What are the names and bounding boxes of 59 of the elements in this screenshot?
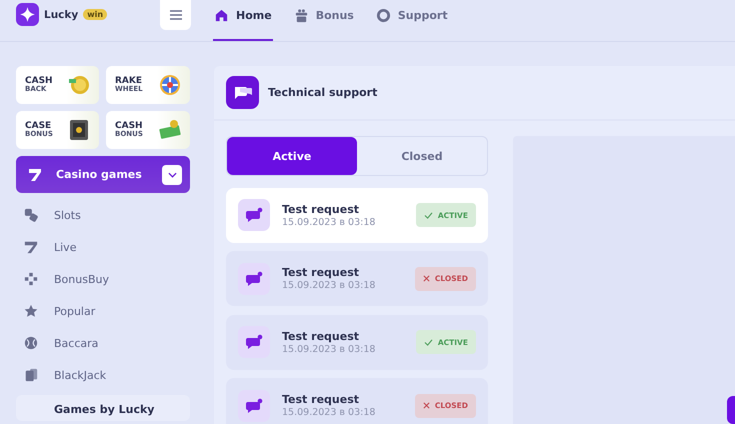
check-icon <box>424 338 433 346</box>
check-icon <box>424 212 433 218</box>
promo-title: CASH <box>25 77 53 86</box>
expand-button[interactable] <box>162 164 182 184</box>
category-label: Casino games <box>56 168 143 181</box>
menu-item[interactable]: Baccara <box>16 327 190 359</box>
request-title: Test request <box>282 202 360 216</box>
gamepad-icon <box>24 272 38 286</box>
cards-icon <box>24 368 38 382</box>
ring-icon <box>376 8 391 22</box>
ball-icon <box>24 336 38 350</box>
chevron-icon <box>168 172 176 178</box>
star-icon <box>24 304 38 318</box>
button[interactable] <box>727 396 735 424</box>
promo-title: RAKE <box>115 77 143 86</box>
safe-icon <box>67 118 91 142</box>
chat-icon <box>238 326 270 358</box>
nav-tab[interactable]: Support <box>374 0 449 41</box>
logo-text: Lucky <box>44 8 78 20</box>
request-date: 15.09.2023 в 03:18 <box>282 344 376 354</box>
menu-item[interactable]: Popular <box>16 295 190 327</box>
menu-button[interactable] <box>160 0 191 30</box>
request-date: 15.09.2023 в 03:18 <box>282 216 376 228</box>
menu-item[interactable]: Slots <box>16 199 190 231</box>
chat-icon <box>226 76 259 109</box>
chat-icon <box>238 390 270 422</box>
request-title: Test request <box>282 266 360 279</box>
request-date: 15.09.2023 в 03:18 <box>282 407 376 418</box>
category-header[interactable]: Casino games <box>16 156 190 193</box>
seven-icon <box>24 240 38 254</box>
cash-icon <box>158 118 182 142</box>
filter-tab[interactable]: Closed <box>357 137 487 175</box>
seven-icon <box>28 168 42 182</box>
wheel-icon <box>158 73 182 97</box>
coin-icon <box>67 73 91 97</box>
menu-item[interactable]: BonusBuy <box>16 263 190 295</box>
menu-icon <box>170 10 182 20</box>
chat-icon <box>238 262 270 294</box>
logo-badge: win <box>83 9 108 20</box>
nav-tab[interactable]: Home <box>213 0 273 41</box>
dice-icon <box>24 208 38 222</box>
request-date: 15.09.2023 в 03:18 <box>282 280 376 291</box>
gift-icon <box>294 8 309 22</box>
nav-tab[interactable]: Bonus <box>292 0 355 41</box>
request-title: Test request <box>282 393 360 406</box>
menu-item[interactable]: BlackJack <box>16 359 190 391</box>
request-title: Test request <box>282 330 360 342</box>
games-by-label: Games by Lucky <box>54 403 154 416</box>
filter-tab[interactable]: Active <box>227 137 357 175</box>
close-icon <box>422 275 430 282</box>
menu-item[interactable]: Live <box>16 231 190 263</box>
chat-icon <box>238 199 270 231</box>
promo-title: CASH <box>115 122 143 131</box>
promo-title: CASE <box>25 122 52 131</box>
games-by-card[interactable]: Games by Lucky <box>16 395 190 421</box>
panel-title: Technical support <box>268 86 378 99</box>
home-icon <box>214 8 229 22</box>
close-icon <box>422 402 430 409</box>
logo-icon <box>16 3 39 26</box>
